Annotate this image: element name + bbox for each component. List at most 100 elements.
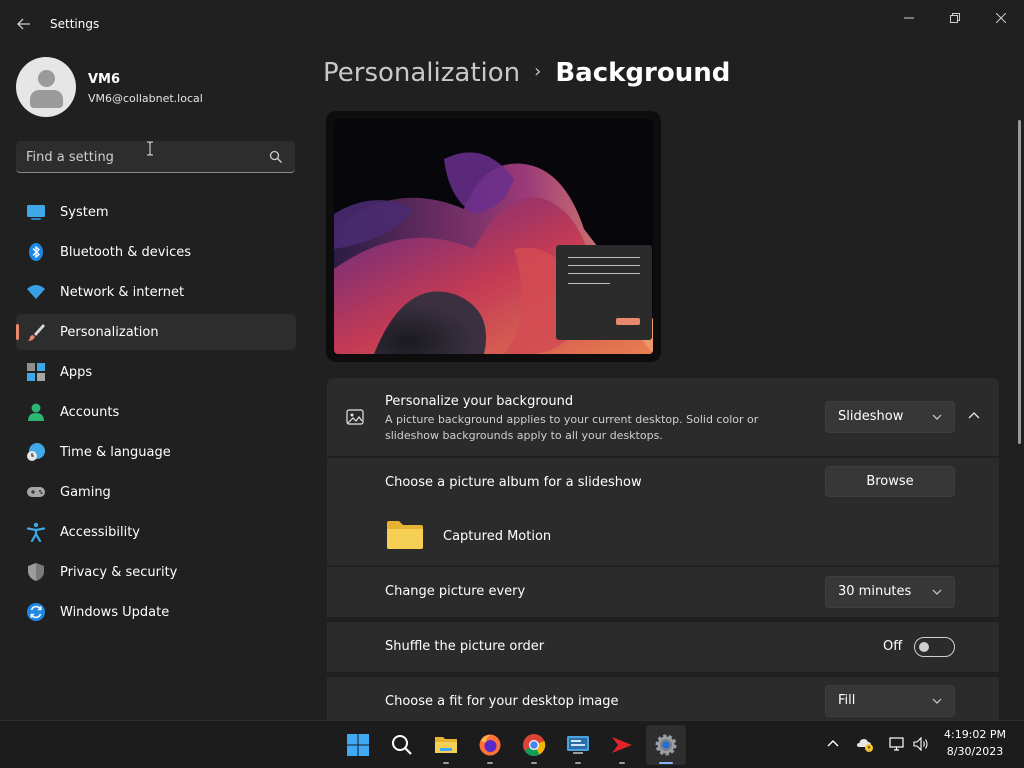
wallpaper-preview (334, 119, 653, 354)
sidebar-item-label: Network & internet (60, 284, 185, 300)
restore-icon (950, 13, 960, 23)
chevron-up-icon[interactable] (824, 735, 842, 753)
background-title: Personalize your background (385, 394, 574, 409)
taskbar-file-explorer[interactable] (426, 725, 466, 765)
search-icon (392, 735, 412, 755)
interval-dropdown[interactable]: 30 minutes (825, 576, 955, 608)
sidebar-item-label: Time & language (60, 444, 171, 460)
taskbar-app[interactable] (602, 725, 642, 765)
sidebar-item-windows-update[interactable]: Windows Update (16, 594, 296, 630)
fit-row: Choose a fit for your desktop image Fill (327, 677, 999, 720)
title-bar: Settings (0, 0, 1024, 48)
shield-icon (28, 563, 44, 581)
accessibility-icon (26, 522, 46, 542)
sidebar-item-label: Gaming (60, 484, 111, 500)
user-email: VM6@collabnet.local (88, 92, 203, 105)
network-icon[interactable] (888, 735, 906, 753)
sidebar-item-bluetooth[interactable]: Bluetooth & devices (16, 234, 296, 270)
sidebar-item-privacy[interactable]: Privacy & security (16, 554, 296, 590)
back-arrow-icon (17, 18, 30, 30)
minimize-icon (904, 17, 914, 19)
search-input[interactable] (26, 147, 256, 167)
user-name: VM6 (88, 72, 121, 87)
close-button[interactable] (978, 4, 1024, 32)
clock-date[interactable]: 8/30/2023 (940, 745, 1010, 758)
sidebar-item-time-language[interactable]: Time & language (16, 434, 296, 470)
scrollbar[interactable] (1018, 120, 1021, 444)
album-name[interactable]: Captured Motion (443, 529, 551, 544)
window-title: Settings (50, 17, 100, 31)
sidebar-item-label: Bluetooth & devices (60, 244, 191, 260)
folder-icon (387, 521, 423, 549)
sidebar-item-system[interactable]: System (16, 194, 296, 230)
breadcrumb-separator: › (534, 61, 542, 82)
change-picture-row: Change picture every 30 minutes (327, 567, 999, 617)
sidebar-item-accessibility[interactable]: Accessibility (16, 514, 296, 550)
shuffle-state: Off (883, 639, 903, 654)
sidebar-item-label: System (60, 204, 109, 220)
preview-window (556, 245, 652, 340)
picture-icon (346, 409, 364, 425)
shuffle-row: Shuffle the picture order Off (327, 622, 999, 672)
page-title: Background (555, 58, 731, 88)
start-icon (347, 734, 369, 756)
sidebar-item-label: Accessibility (60, 524, 140, 540)
sidebar-item-gaming[interactable]: Gaming (16, 474, 296, 510)
taskbar (0, 720, 1024, 768)
breadcrumb-parent[interactable]: Personalization (323, 58, 520, 88)
avatar[interactable] (16, 57, 76, 117)
taskbar-settings[interactable] (646, 725, 686, 765)
desktop-preview (326, 111, 661, 362)
apps-icon (27, 363, 45, 381)
gamepad-icon (27, 487, 45, 497)
remote-desktop-icon (567, 736, 589, 754)
file-explorer-icon (435, 737, 457, 753)
sidebar-item-accounts[interactable]: Accounts (16, 394, 296, 430)
sidebar-item-personalization[interactable]: Personalization (16, 314, 296, 350)
system-icon (27, 205, 45, 220)
volume-icon[interactable] (912, 735, 930, 753)
shuffle-label: Shuffle the picture order (385, 639, 545, 654)
app-icon (612, 737, 632, 753)
taskbar-remote-desktop[interactable] (558, 725, 598, 765)
minimize-button[interactable] (886, 4, 932, 32)
taskbar-chrome[interactable] (514, 725, 554, 765)
text-cursor-icon (147, 141, 153, 156)
background-type-dropdown[interactable]: Slideshow (825, 401, 955, 433)
sidebar-item-label: Privacy & security (60, 564, 178, 580)
onedrive-warning-icon[interactable] (856, 735, 874, 753)
back-button[interactable] (10, 10, 38, 38)
background-description: A picture background applies to your cur… (385, 413, 759, 442)
chevron-down-icon (932, 414, 942, 420)
chevron-up-icon[interactable] (963, 405, 985, 427)
chevron-down-icon (932, 589, 942, 595)
personalize-background-card[interactable]: Personalize your background A picture ba… (327, 378, 999, 456)
taskbar-firefox[interactable] (470, 725, 510, 765)
interval-label: Change picture every (385, 584, 526, 599)
settings-icon (655, 734, 677, 756)
sidebar-item-label: Personalization (60, 324, 159, 340)
search-box[interactable] (16, 141, 295, 173)
interval-value: 30 minutes (838, 584, 912, 599)
fit-dropdown[interactable]: Fill (825, 685, 955, 717)
start-button[interactable] (338, 725, 378, 765)
taskbar-search-button[interactable] (382, 725, 422, 765)
clock-time[interactable]: 4:19:02 PM (940, 728, 1010, 741)
slideshow-album-section: Choose a picture album for a slideshow B… (327, 458, 999, 565)
wifi-icon (27, 285, 45, 299)
album-label: Choose a picture album for a slideshow (385, 475, 642, 490)
restore-button[interactable] (932, 4, 978, 32)
shuffle-toggle[interactable] (914, 637, 955, 657)
sidebar-item-network[interactable]: Network & internet (16, 274, 296, 310)
chrome-icon (523, 734, 546, 756)
browse-button[interactable]: Browse (825, 466, 955, 497)
chevron-down-icon (932, 698, 942, 704)
brush-icon (28, 324, 45, 341)
close-icon (996, 13, 1006, 23)
sidebar-item-label: Windows Update (60, 604, 170, 620)
search-icon[interactable] (269, 150, 283, 164)
fit-label: Choose a fit for your desktop image (385, 694, 619, 709)
breadcrumb: Personalization › Background (323, 58, 730, 88)
accounts-icon (28, 403, 44, 421)
sidebar-item-apps[interactable]: Apps (16, 354, 296, 390)
